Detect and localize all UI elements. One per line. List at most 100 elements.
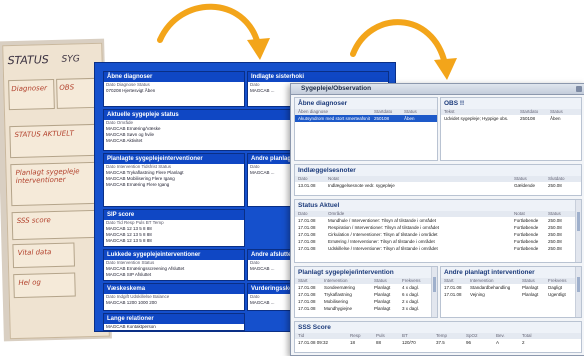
cell: 17.01.08: [298, 299, 316, 304]
cell: 17.01.08: [298, 246, 316, 251]
sticky-note-2: OBS: [56, 77, 99, 109]
table-row[interactable]: 17.01.08 Vejning Planlagt Ugentligt: [441, 291, 581, 298]
section-sss-score: SSS Score Tid Resp Puls BT Temp SpO2 Bev. Total…: [294, 321, 582, 353]
table-row[interactable]: 17.01.08 Mundhule / Interventioner: Tilsy…: [295, 217, 581, 224]
table-row[interactable]: Udvidet sygepleje; Hyppige obs. 250108 Åbe…: [441, 115, 581, 122]
mock-panel-title: Lange relationer: [104, 314, 244, 324]
cell: Fortløbende: [514, 232, 539, 237]
section-title: Andre planlagt interventioner: [441, 267, 581, 278]
cell: 17.01.08: [298, 225, 316, 230]
cell: 88: [376, 340, 382, 345]
mock-row: MAGCAB 1200 1000 200: [106, 300, 157, 305]
cell: Vejning: [470, 292, 485, 297]
sticky-note-4: Planlagt sygepleje interventioner: [10, 161, 102, 207]
scrollbar[interactable]: [431, 267, 437, 317]
table-row[interactable]: 17.01.08 Sondeernæring Planlagt 4 x dagl.: [295, 284, 437, 291]
mock-panel-title: Lukkede sygeplejeinterventioner: [104, 250, 244, 260]
window-close-icon[interactable]: [576, 86, 582, 92]
cell: Trykaflastning: [324, 292, 352, 297]
mock-panel-title: SIP score: [104, 210, 244, 220]
cell: 6 x dagl.: [402, 292, 420, 297]
cell: 250.08: [548, 218, 562, 223]
section-title: OBS !!: [441, 98, 581, 109]
cell: 13.01.08: [298, 183, 316, 188]
scrollbar[interactable]: [575, 200, 581, 262]
mock-panel-title: Indlagte sisterhoki: [248, 72, 388, 82]
table-row[interactable]: 17.01.08 09:32 18 88 120/70 37.5 96 A 2: [295, 339, 581, 346]
sticky-note-7: Hel og: [13, 272, 76, 299]
table-row[interactable]: 17.01.08 Standardbehandling Planlagt Daglig…: [441, 284, 581, 291]
cell: Sondeernæring: [324, 285, 356, 290]
mock-panel-sip: SIP score Dato Tid Resp Puls BT Temp MAG…: [103, 209, 245, 247]
window-title: Sygepleje/Observation: [291, 84, 584, 95]
whiteboard-title-rest: SYG: [61, 54, 80, 65]
section-title: Planlagt sygepleje/intervention: [295, 267, 437, 278]
cell: Gældende: [514, 183, 536, 188]
cell: 250108: [520, 116, 536, 121]
sticky-note-label: OBS: [59, 83, 75, 92]
sticky-note-label: Hel og: [18, 278, 41, 287]
cell: Åben: [404, 116, 415, 121]
section-obs: OBS !! Tekst Startdato Status Udvidet syge…: [440, 97, 582, 161]
section-andre-planlagt: Andre planlagt interventioner Start Inter…: [440, 266, 582, 318]
cell: Mundhule / Interventioner: Tilsyn af til…: [328, 218, 437, 223]
cell: 2 x dagl.: [402, 299, 420, 304]
sticky-note-label: Diagnoser: [11, 84, 48, 94]
cell: Planlagt: [522, 292, 539, 297]
cell: Planlagt: [374, 299, 391, 304]
mock-panel-relationer: Lange relationer MAGCAB Kontaktperson: [103, 313, 245, 331]
mock-panel-title: Væskeskema: [104, 284, 244, 294]
mock-row: 070208 Hjertesvigt Åben: [106, 88, 156, 93]
cell: 250.08: [548, 232, 562, 237]
table-row[interactable]: 13.01.08 Indlæggelsesnote vedr. sygepleje…: [295, 182, 581, 189]
cell: 18: [350, 340, 356, 345]
mock-panel-lukkede: Lukkede sygeplejeinterventioner Dato Int…: [103, 249, 245, 281]
cell: 17.01.08: [298, 306, 316, 311]
cell: Fortløbende: [514, 239, 539, 244]
mock-row: MAGCAB SIP Afsluttet: [106, 272, 152, 277]
cell: 17.01.08: [298, 232, 316, 237]
table-row[interactable]: 17.01.08 Udskillelse / Interventioner: Ti…: [295, 245, 581, 252]
cell: Fortløbende: [514, 225, 539, 230]
cell: Udvidet sygepleje; Hyppige obs.: [444, 116, 509, 121]
cell: Planlagt: [374, 292, 391, 297]
cell: 120/70: [402, 340, 416, 345]
table-row[interactable]: 17.01.08 Mobilisering Planlagt 2 x dagl.: [295, 298, 437, 305]
cell: Udskillelse / Interventioner: Tilsyn af …: [328, 246, 438, 251]
table-row[interactable]: 17.01.08 Trykaflastning Planlagt 6 x dagl.: [295, 291, 437, 298]
section-title: Indlæggelsesnoter: [295, 165, 581, 176]
section-abne-diagnoser: Åbne diagnoser Åben diagnose Startdato Sta…: [294, 97, 438, 161]
arrow-icon-1: [157, 3, 270, 60]
cell: 3 x dagl.: [402, 306, 420, 311]
cell: Planlagt: [522, 285, 539, 290]
cell: Planlagt: [374, 285, 391, 290]
cell: Standardbehandling: [470, 285, 511, 290]
cell: 250.08: [548, 183, 562, 188]
mock-panel-title: Planlagte sygeplejeinterventioner: [104, 154, 244, 164]
table-row[interactable]: Akutsyndrom med stort smerteafsnit 250108…: [295, 115, 437, 122]
cell: Cirkulation / Interventioner: Tilsyn af …: [328, 232, 438, 237]
table-row[interactable]: 17.01.08 Ernæring / Interventioner: Tilsy…: [295, 238, 581, 245]
cell: Ugentligt: [548, 292, 566, 297]
table-row[interactable]: 17.01.08 Cirkulation / Interventioner: Ti…: [295, 231, 581, 238]
cell: Respiration / Interventioner: Tilsyn af …: [328, 225, 440, 230]
mock-row: MAGCAB Kontaktperson: [106, 324, 156, 329]
section-title: SSS Score: [295, 322, 581, 333]
cell: Akutsyndrom med stort smerteafsnit: [298, 116, 371, 121]
section-title: Åbne diagnoser: [295, 98, 437, 109]
cell: 17.01.08: [298, 292, 316, 297]
cell: Fortløbende: [514, 218, 539, 223]
cell: 17.01.08: [298, 285, 316, 290]
sticky-note-1: Diagnoser: [8, 78, 55, 111]
cell: 96: [466, 340, 472, 345]
mock-panel-planlagte: Planlagte sygeplejeinterventioner Dato I…: [103, 153, 245, 207]
cell: Åben: [550, 116, 561, 121]
cell: 250108: [374, 116, 390, 121]
mock-panel-abne: Åbne diagnoser Dato Diagnose Status 0702…: [103, 71, 245, 107]
cell: Mobilisering: [324, 299, 349, 304]
cell: 250.08: [548, 239, 562, 244]
scrollbar[interactable]: [575, 267, 581, 317]
section-status-aktuel: Status Aktuel Dato Område Notat Status 17.0…: [294, 199, 582, 263]
table-row[interactable]: 17.01.08 Mundhygiejne Planlagt 3 x dagl.: [295, 305, 437, 312]
table-row[interactable]: 17.01.08 Respiration / Interventioner: Ti…: [295, 224, 581, 231]
